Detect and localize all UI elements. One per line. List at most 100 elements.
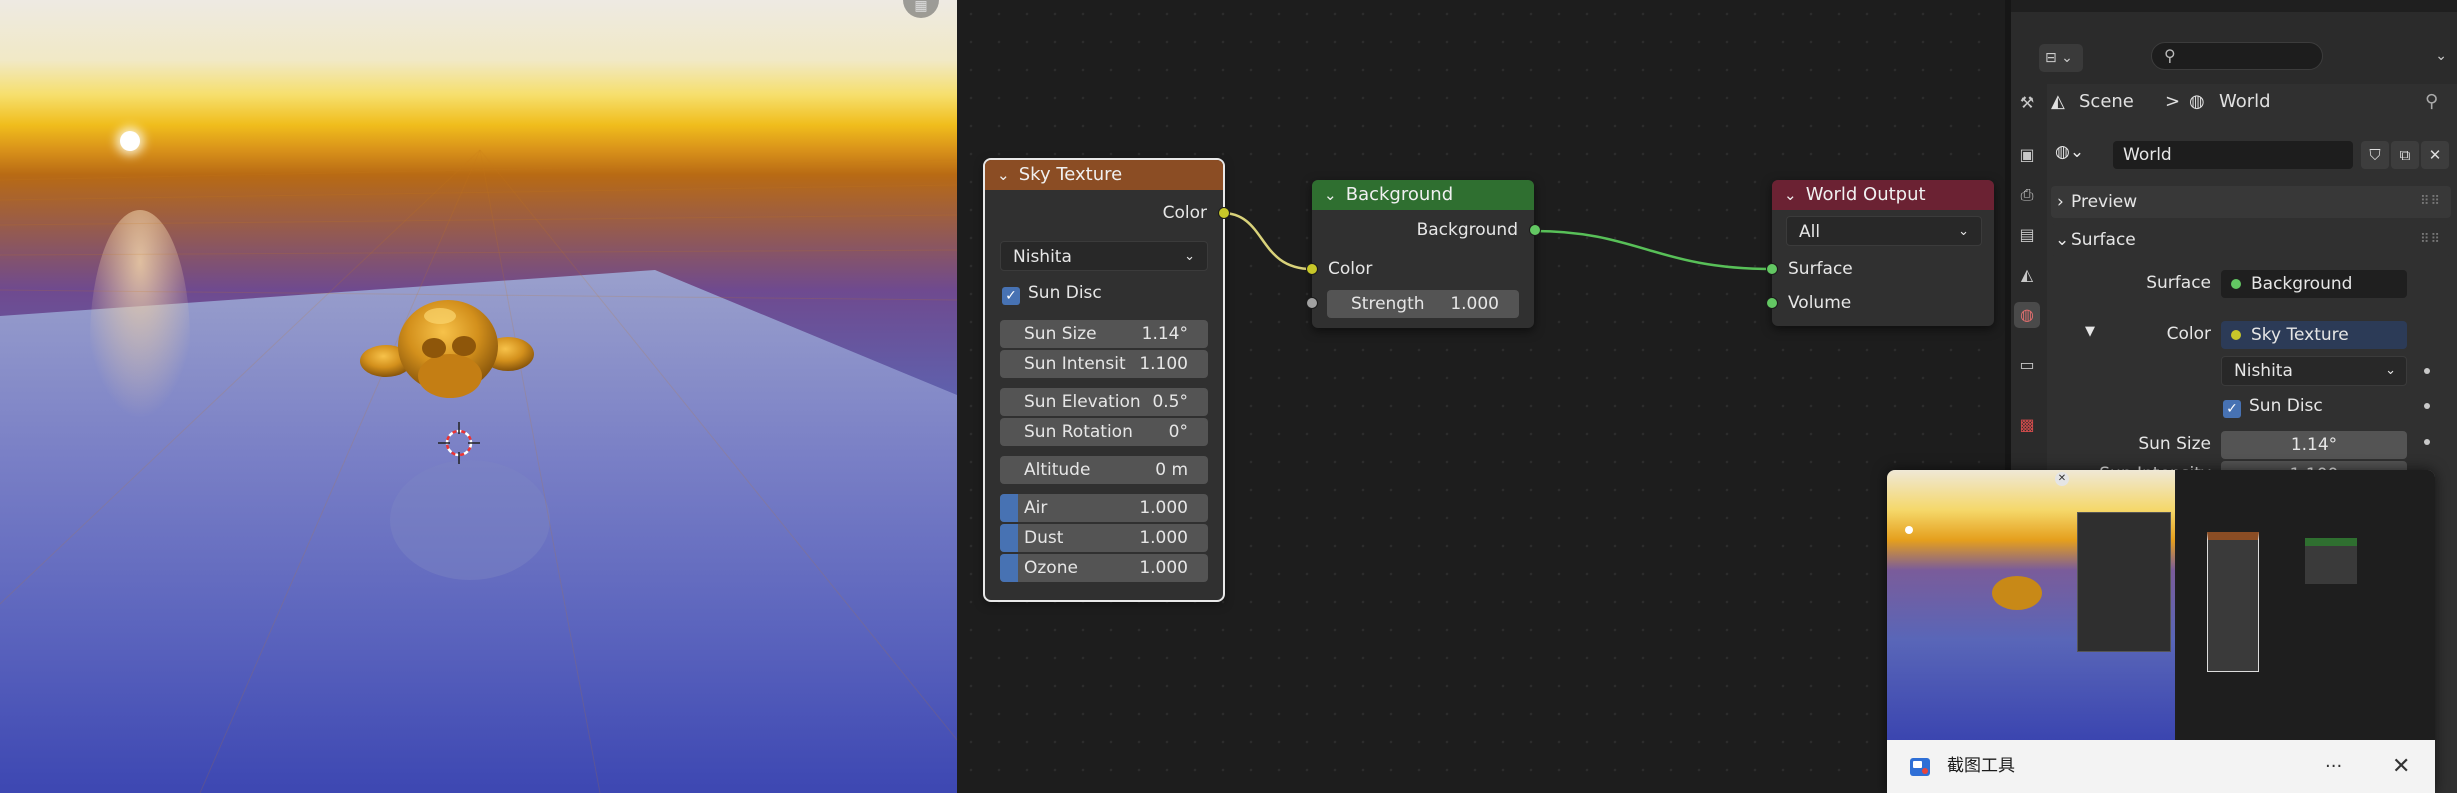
world-name-field[interactable]: World xyxy=(2113,141,2353,169)
ozone-field[interactable]: Ozone 1.000 xyxy=(1000,554,1208,582)
strength-field[interactable]: Strength 1.000 xyxy=(1327,290,1519,318)
surface-input-label: Surface xyxy=(1788,259,1853,279)
tool-icon[interactable]: ⚒ xyxy=(2014,90,2040,116)
thumbnail-close-icon[interactable]: ✕ xyxy=(2055,472,2069,486)
checkmark-icon: ✓ xyxy=(1002,287,1020,305)
keyframe-dot-icon[interactable] xyxy=(2424,368,2430,374)
drag-handle-icon[interactable]: ⠿⠿ xyxy=(2420,224,2441,256)
more-options-icon[interactable]: ··· xyxy=(2325,740,2342,793)
collapse-chevron-icon[interactable]: ⌄ xyxy=(1324,180,1340,210)
properties-top-strip xyxy=(2011,0,2457,12)
dust-label: Dust xyxy=(1024,528,1064,548)
surface-input-socket[interactable] xyxy=(1766,263,1778,275)
sun-size-prop-field[interactable]: 1.14° xyxy=(2221,431,2407,459)
fake-user-shield-icon[interactable]: ⛉ xyxy=(2361,141,2389,169)
background-title: Background xyxy=(1345,184,1454,205)
dust-field[interactable]: Dust 1.000 xyxy=(1000,524,1208,552)
view-layer-icon[interactable]: ▤ xyxy=(2014,222,2040,248)
surface-prop-label: Surface xyxy=(2146,273,2211,293)
background-header[interactable]: ⌄ Background xyxy=(1312,180,1534,210)
surface-prop-value: Background xyxy=(2251,274,2353,294)
snipping-tool-notification[interactable]: ✕ 截图工具 ··· ✕ xyxy=(1887,470,2435,793)
breadcrumb-scene[interactable]: Scene xyxy=(2079,84,2134,120)
ozone-label: Ozone xyxy=(1024,558,1078,578)
search-icon: ⚲ xyxy=(2164,46,2176,65)
collection-icon[interactable]: ▭ xyxy=(2014,352,2040,378)
snipping-tool-app-icon xyxy=(1910,758,1930,776)
color-prop-label: Color xyxy=(2166,324,2211,344)
properties-search-input[interactable]: ⚲ xyxy=(2151,42,2323,70)
screenshot-thumbnail[interactable]: ✕ xyxy=(1887,470,2435,740)
sky-texture-header[interactable]: ⌄ Sky Texture xyxy=(985,160,1223,190)
texture-icon[interactable]: ▩ xyxy=(2014,412,2040,438)
breadcrumb-world[interactable]: World xyxy=(2219,84,2271,120)
unlink-close-icon[interactable]: ✕ xyxy=(2421,141,2449,169)
sun-disc-checkbox[interactable]: ✓ Sun Disc xyxy=(1002,283,1102,305)
preview-panel-header[interactable]: › Preview ⠿⠿ xyxy=(2051,186,2451,218)
background-strength-socket[interactable] xyxy=(1306,297,1318,309)
world-icon[interactable]: ◍ xyxy=(2014,302,2040,328)
air-value: 1.000 xyxy=(1139,498,1188,518)
background-node[interactable]: ⌄ Background Background Color Strength 1… xyxy=(1306,180,1541,328)
suzanne-mesh[interactable] xyxy=(358,286,536,406)
background-color-socket[interactable] xyxy=(1306,263,1318,275)
target-value: All xyxy=(1799,222,1821,242)
strength-label: Strength xyxy=(1351,294,1425,314)
collapse-chevron-icon[interactable]: ⌄ xyxy=(1784,180,1800,210)
world-datablock-row: ◍⌄ World ⛉ ⧉ ✕ xyxy=(2047,138,2457,170)
altitude-label: Altitude xyxy=(1024,460,1091,480)
checkmark-icon: ✓ xyxy=(2223,400,2241,418)
sun-intensity-field[interactable]: Sun Intensit 1.100 xyxy=(1000,350,1208,378)
sky-color-output-socket[interactable] xyxy=(1218,207,1230,219)
preview-panel-title: Preview xyxy=(2071,192,2138,212)
thumbnail-sky-node xyxy=(2207,532,2259,672)
breadcrumb: ◭ Scene > ◍ World ⚲ xyxy=(2047,84,2457,120)
sun-rotation-value: 0° xyxy=(1168,422,1188,442)
output-icon[interactable]: ⎙ xyxy=(2014,182,2040,208)
collapse-chevron-icon[interactable]: ⌄ xyxy=(997,160,1013,190)
sky-texture-node[interactable]: ⌄ Sky Texture Color Nishita ⌄ ✓ Sun Disc … xyxy=(983,158,1230,602)
sun-rotation-field[interactable]: Sun Rotation 0° xyxy=(1000,418,1208,446)
sun-size-field[interactable]: Sun Size 1.14° xyxy=(1000,320,1208,348)
surface-prop-field[interactable]: Background xyxy=(2221,270,2407,298)
sun-size-label: Sun Size xyxy=(1024,324,1097,344)
shader-socket-icon xyxy=(2231,279,2241,289)
sun-disc xyxy=(120,131,140,151)
keyframe-dot-icon[interactable] xyxy=(2424,403,2430,409)
color-socket-icon xyxy=(2231,330,2241,340)
sky-type-prop-dropdown[interactable]: Nishita ⌄ xyxy=(2221,356,2407,386)
world-browse-icon[interactable]: ◍⌄ xyxy=(2055,142,2084,162)
color-prop-field[interactable]: Sky Texture xyxy=(2221,321,2407,349)
air-field[interactable]: Air 1.000 xyxy=(1000,494,1208,522)
dust-value: 1.000 xyxy=(1139,528,1188,548)
sky-type-dropdown[interactable]: Nishita ⌄ xyxy=(1000,241,1208,271)
sun-disc-prop-checkbox[interactable]: ✓ Sun Disc xyxy=(2223,396,2323,418)
volume-input-label: Volume xyxy=(1788,293,1852,313)
close-icon[interactable]: ✕ xyxy=(2392,740,2410,793)
keyframe-dot-icon[interactable] xyxy=(2424,439,2430,445)
target-dropdown[interactable]: All ⌄ xyxy=(1786,216,1982,246)
duplicate-icon[interactable]: ⧉ xyxy=(2391,141,2419,169)
chevron-down-icon[interactable]: ⌄ xyxy=(2435,48,2447,64)
sun-elevation-label: Sun Elevation xyxy=(1024,392,1141,412)
scene-icon[interactable]: ◭ xyxy=(2014,262,2040,288)
volume-input-socket[interactable] xyxy=(1766,297,1778,309)
world-output-header[interactable]: ⌄ World Output xyxy=(1772,180,1994,210)
shader-node-editor[interactable]: ⌄ Sky Texture Color Nishita ⌄ ✓ Sun Disc … xyxy=(957,0,2005,793)
render-icon[interactable]: ▣ xyxy=(2014,142,2040,168)
sun-disc-prop-label: Sun Disc xyxy=(2249,396,2323,416)
surface-panel-title: Surface xyxy=(2071,230,2136,250)
world-output-node[interactable]: ⌄ World Output All ⌄ Surface Volume xyxy=(1766,180,1994,326)
thumbnail-background-node xyxy=(2305,538,2357,584)
background-output-socket[interactable] xyxy=(1529,224,1541,236)
3d-cursor-icon[interactable] xyxy=(436,420,482,466)
3d-viewport[interactable]: ▦ xyxy=(0,0,957,793)
editor-type-button[interactable]: ⊟ ⌄ xyxy=(2039,44,2083,72)
sun-elevation-field[interactable]: Sun Elevation 0.5° xyxy=(1000,388,1208,416)
properties-header-bar: ⊟ ⌄ ⚲ ⌄ xyxy=(2011,40,2457,76)
drag-handle-icon[interactable]: ⠿⠿ xyxy=(2420,186,2441,218)
pin-icon[interactable]: ⚲ xyxy=(2425,84,2438,120)
surface-panel-header[interactable]: ⌄ Surface ⠿⠿ xyxy=(2051,224,2451,256)
altitude-field[interactable]: Altitude 0 m xyxy=(1000,456,1208,484)
world-output-title: World Output xyxy=(1805,184,1926,205)
